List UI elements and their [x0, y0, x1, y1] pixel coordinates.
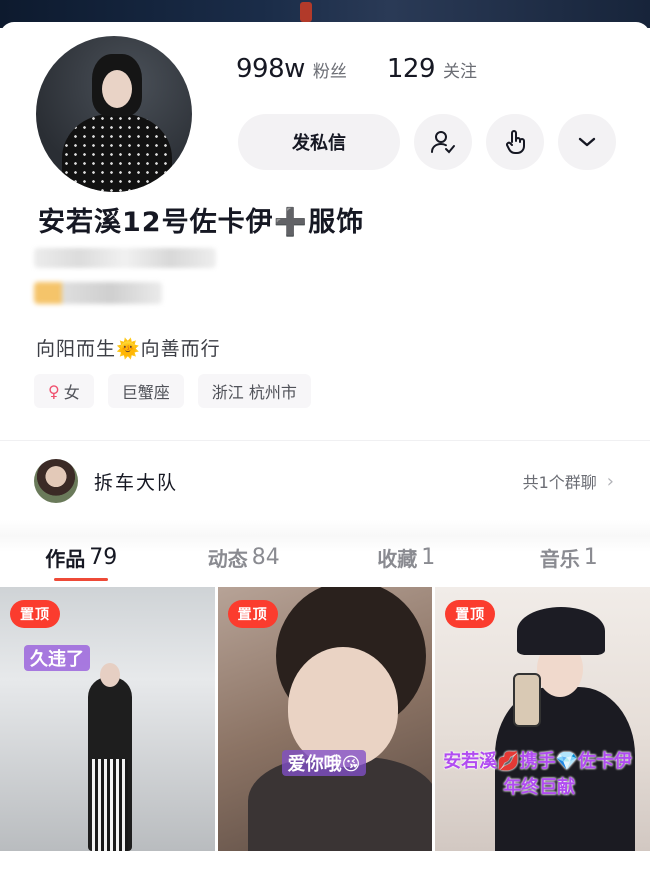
divider — [0, 440, 650, 441]
following-label[interactable]: 关注 — [443, 57, 477, 82]
profile-actions: 发私信 — [238, 114, 616, 170]
video-caption: 安若溪💋携手💎佐卡伊 — [443, 751, 633, 772]
pinned-badge: 置顶 — [10, 600, 60, 628]
video-thumbnail[interactable]: 置顶 安若溪💋携手💎佐卡伊 年终巨献 — [435, 587, 650, 851]
group-count: 共1个群聊 › — [523, 469, 614, 493]
blurred-account-id — [34, 248, 216, 268]
tab-posts[interactable]: 动态 84 — [163, 532, 326, 582]
group-name: 拆车大队 — [94, 471, 179, 494]
profile-nickname: 安若溪12号佐卡伊➕服饰 — [38, 207, 365, 238]
avatar-body — [62, 114, 172, 192]
following-count[interactable]: 129 — [387, 54, 436, 84]
video-thumbnail[interactable]: 置顶 久违了 — [0, 587, 215, 851]
tab-favorites[interactable]: 收藏 1 — [325, 532, 488, 582]
pinned-badge: 置顶 — [445, 600, 496, 628]
more-options-button[interactable] — [558, 114, 616, 170]
tab-favorites-label: 收藏 — [377, 546, 418, 571]
profile-stats: 998w 粉丝 129 关注 — [236, 54, 517, 84]
blurred-info-line — [34, 282, 162, 304]
active-tab-indicator — [54, 578, 108, 581]
tag-gender-label: 女 — [63, 383, 80, 402]
tab-posts-count: 84 — [251, 544, 280, 570]
tag-location[interactable]: 浙江 杭州市 — [197, 374, 311, 408]
hand-tap-icon — [506, 130, 525, 154]
video-caption-line2: 年终巨献 — [503, 777, 576, 798]
send-message-button[interactable]: 发私信 — [238, 114, 400, 170]
tab-music-count: 1 — [583, 544, 598, 570]
followers-count[interactable]: 998w — [236, 54, 305, 84]
figure-legs — [92, 759, 128, 851]
profile-avatar[interactable] — [32, 32, 196, 196]
video-grid: 置顶 久违了 置顶 爱你哦😘 置顶 安若溪💋携手💎佐卡伊 年终巨献 — [0, 587, 650, 851]
user-check-icon — [431, 131, 455, 154]
chevron-right-icon: › — [606, 470, 614, 492]
tab-works-label: 作品 — [45, 546, 86, 571]
tab-works[interactable]: 作品 79 — [0, 532, 163, 582]
video-caption: 爱你哦😘 — [281, 750, 367, 776]
cover-figure — [300, 2, 312, 22]
tab-music[interactable]: 音乐 1 — [488, 532, 650, 582]
profile-bio: 向阳而生🌞向善而行 — [36, 338, 221, 360]
followers-label[interactable]: 粉丝 — [313, 57, 347, 82]
group-chat-row[interactable]: 拆车大队 共1个群聊 › — [34, 458, 614, 504]
content-tabs: 作品 79 动态 84 收藏 1 音乐 1 — [0, 532, 650, 582]
figure-face — [287, 647, 398, 767]
video-thumbnail[interactable]: 置顶 爱你哦😘 — [217, 587, 433, 851]
tab-favorites-count: 1 — [421, 544, 436, 570]
pinned-badge: 置顶 — [227, 600, 278, 628]
follow-status-button[interactable] — [414, 114, 472, 170]
profile-tags: ♀ 女 巨蟹座 浙江 杭州市 — [34, 374, 311, 408]
tab-music-label: 音乐 — [539, 546, 580, 571]
group-avatar — [34, 459, 78, 503]
tag-location-label: 浙江 杭州市 — [211, 383, 297, 402]
tab-posts-label: 动态 — [207, 546, 248, 571]
figure-head — [100, 663, 120, 687]
video-caption: 久违了 — [24, 645, 90, 671]
poke-button[interactable] — [486, 114, 544, 170]
tag-gender[interactable]: ♀ 女 — [34, 374, 94, 408]
tag-zodiac[interactable]: 巨蟹座 — [107, 374, 184, 408]
female-icon: ♀ — [48, 381, 60, 401]
group-count-text: 共1个群聊 — [522, 473, 597, 492]
tab-works-count: 79 — [89, 544, 118, 570]
tag-zodiac-label: 巨蟹座 — [121, 383, 170, 402]
figure-hat — [517, 607, 606, 655]
figure-phone — [513, 673, 542, 727]
chevron-down-icon — [578, 137, 596, 147]
avatar-face — [102, 70, 132, 108]
